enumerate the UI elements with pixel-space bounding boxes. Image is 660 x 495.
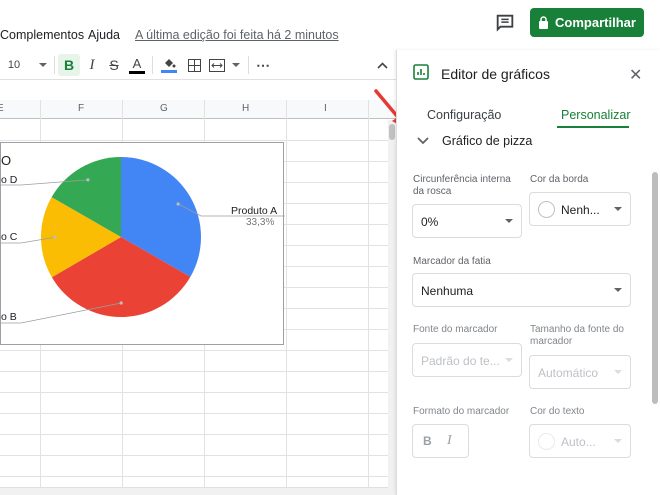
column-header-g[interactable]: G xyxy=(160,103,168,114)
spreadsheet-grid[interactable]: E F G H I O Produto A 33,3% o B o C o D xyxy=(0,80,396,495)
slice-label-produto-c: o C xyxy=(1,231,18,243)
border-color-label: Cor da borda xyxy=(530,174,589,185)
menu-bar: Complementos Ajuda A última edição foi f… xyxy=(0,0,660,50)
dropdown-caret-icon xyxy=(614,439,622,443)
label-size-value: Automático xyxy=(538,366,599,380)
leader-dot xyxy=(176,202,180,206)
italic-format-icon[interactable]: I xyxy=(447,433,452,449)
pie-chart-svg xyxy=(1,157,285,324)
share-label: Compartilhar xyxy=(555,15,636,30)
italic-icon[interactable]: I xyxy=(84,54,100,76)
slice-label-dropdown[interactable]: Nenhuma xyxy=(412,273,631,307)
column-header-h[interactable]: H xyxy=(242,103,249,114)
label-format-label: Formato do marcador xyxy=(413,406,510,417)
strikethrough-icon[interactable]: S xyxy=(106,54,122,76)
toolbar-divider xyxy=(248,56,249,74)
donut-hole-dropdown[interactable]: 0% xyxy=(412,204,522,238)
comment-icon[interactable] xyxy=(494,12,518,34)
last-edit-link[interactable]: A última edição foi feita há 2 minutos xyxy=(135,28,339,42)
chevron-down-icon[interactable] xyxy=(417,136,429,146)
column-header-e[interactable]: E xyxy=(0,103,4,114)
label-size-label: Tamanho da fonte do marcador xyxy=(530,324,624,347)
fill-color-icon[interactable] xyxy=(160,54,178,76)
toolbar: 10 B I S A ⋯ xyxy=(0,50,396,80)
more-icon[interactable]: ⋯ xyxy=(254,54,272,76)
grid-line xyxy=(0,455,390,456)
grid-line xyxy=(0,434,390,435)
dropdown-caret-icon xyxy=(614,288,622,292)
font-size-dropdown-icon[interactable] xyxy=(38,54,48,76)
label-size-dropdown[interactable]: Automático xyxy=(529,355,631,389)
collapse-icon[interactable] xyxy=(374,54,390,76)
color-swatch xyxy=(538,433,555,450)
text-color-dropdown[interactable]: Auto... xyxy=(529,424,631,458)
grid-line xyxy=(0,476,390,477)
font-size-value[interactable]: 10 xyxy=(6,54,22,76)
chart-editor-panel: Editor de gráficos ✕ Configuração Person… xyxy=(396,50,660,495)
grid-line xyxy=(0,140,390,141)
merge-cells-icon[interactable] xyxy=(208,54,226,76)
slice-label-produto-d: o D xyxy=(1,174,18,186)
close-icon[interactable]: ✕ xyxy=(629,65,642,85)
label-font-label: Fonte do marcador xyxy=(413,324,498,335)
text-color-value: Auto... xyxy=(561,435,596,449)
tab-personalizar[interactable]: Personalizar xyxy=(561,108,630,122)
donut-hole-value: 0% xyxy=(421,215,439,229)
leader-dot xyxy=(86,178,90,182)
active-tab-indicator xyxy=(557,126,629,128)
bold-icon[interactable]: B xyxy=(58,54,80,76)
dropdown-caret-icon xyxy=(505,219,513,223)
slice-label-setting-label: Marcador da fatia xyxy=(413,256,491,267)
grid-line xyxy=(368,100,369,495)
leader-dot xyxy=(119,301,123,305)
dropdown-caret-icon xyxy=(614,207,622,211)
section-pie-chart[interactable]: Gráfico de pizza xyxy=(442,134,532,148)
dropdown-caret-icon xyxy=(614,370,622,374)
border-color-value: Nenh... xyxy=(561,203,600,217)
donut-hole-label: Circunferência interna da rosca xyxy=(413,174,511,197)
bold-format-icon[interactable]: B xyxy=(423,434,432,448)
horizontal-scrollbar[interactable] xyxy=(0,487,388,495)
label-font-dropdown[interactable]: Padrão do te... xyxy=(412,343,522,377)
toolbar-divider xyxy=(54,56,55,74)
dropdown-caret-icon xyxy=(505,358,513,362)
menu-ajuda[interactable]: Ajuda xyxy=(88,28,120,42)
panel-title: Editor de gráficos xyxy=(441,66,550,82)
text-color-icon[interactable]: A xyxy=(128,54,146,76)
grid-line xyxy=(0,350,390,351)
slice-label-value: Nenhuma xyxy=(421,284,474,298)
slice-label-produto-a: Produto A xyxy=(231,205,278,217)
label-format-buttons: B I xyxy=(412,424,469,458)
lock-icon xyxy=(539,16,549,29)
vertical-scrollbar[interactable] xyxy=(388,120,396,495)
column-header-f[interactable]: F xyxy=(78,103,84,114)
panel-scrollbar[interactable] xyxy=(652,172,658,404)
slice-label-produto-b: o B xyxy=(1,311,17,323)
column-headers: E F G H I xyxy=(0,100,396,119)
menu-complementos[interactable]: Complementos xyxy=(0,28,84,42)
grid-line xyxy=(0,392,390,393)
borders-icon[interactable] xyxy=(186,54,202,76)
label-font-value: Padrão do te... xyxy=(421,354,500,368)
chart-icon xyxy=(413,64,429,80)
text-color-label: Cor do texto xyxy=(530,406,585,417)
pie-chart[interactable]: O Produto A 33,3% o B o C o D xyxy=(0,142,285,345)
leader-dot xyxy=(53,235,57,239)
merge-dropdown-icon[interactable] xyxy=(230,54,242,76)
border-color-dropdown[interactable]: Nenh... xyxy=(529,192,631,226)
grid-line xyxy=(286,100,287,495)
toolbar-divider xyxy=(152,56,153,74)
share-button[interactable]: Compartilhar xyxy=(530,8,644,37)
slice-percent-produto-a: 33,3% xyxy=(246,217,275,228)
grid-line xyxy=(0,413,390,414)
column-header-i[interactable]: I xyxy=(324,103,327,114)
tab-configuracao[interactable]: Configuração xyxy=(427,108,501,122)
grid-line xyxy=(0,371,390,372)
color-swatch xyxy=(538,201,555,218)
